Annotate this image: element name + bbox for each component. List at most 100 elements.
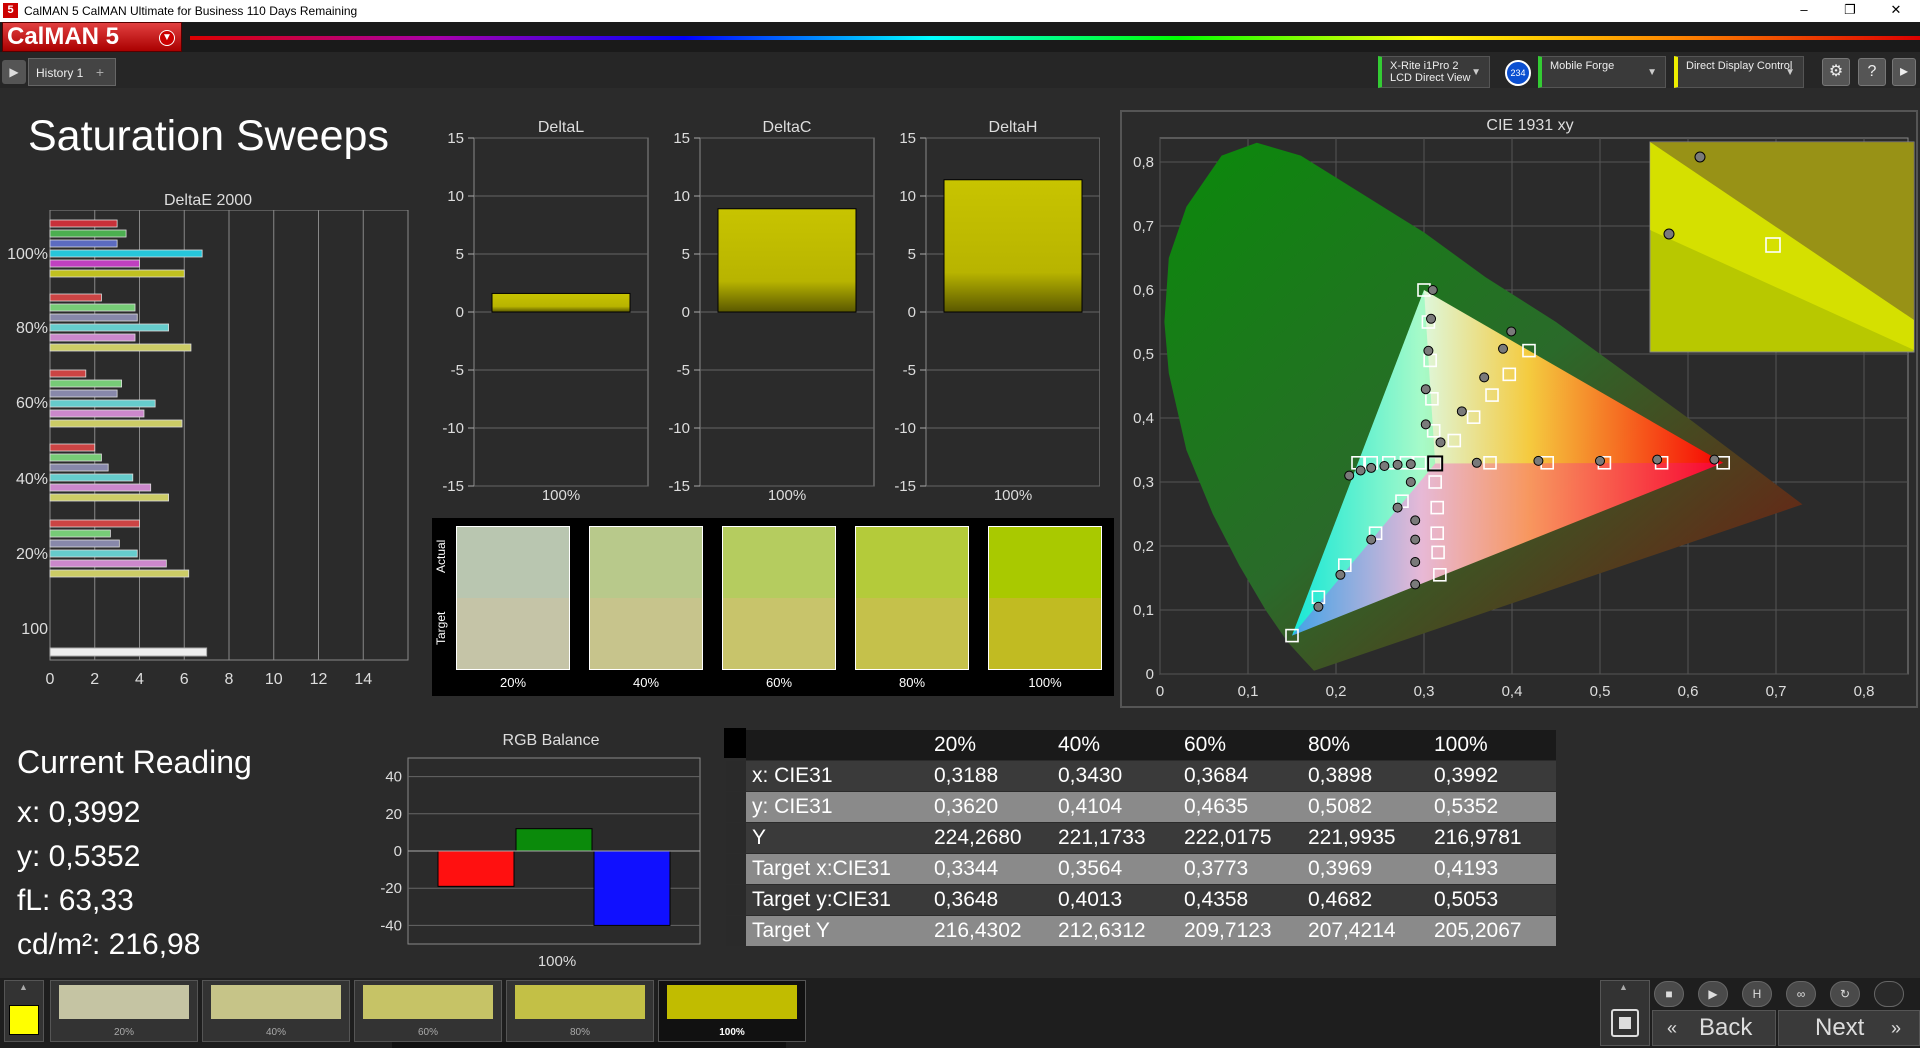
- bottom-swatch-color: [59, 985, 189, 1019]
- play-icon[interactable]: ▶: [2, 60, 26, 84]
- delta-ytick-label: 10: [899, 188, 916, 205]
- measured-point: [1709, 454, 1720, 465]
- delta-ytick-label: -10: [668, 420, 690, 437]
- delta-ytick-label: -15: [442, 478, 464, 495]
- swatch-actual: [856, 527, 968, 598]
- inset-measured-point: [1694, 151, 1706, 163]
- table-cell: 221,9935: [1308, 826, 1396, 849]
- chevron-down-icon: ▼: [1785, 67, 1795, 78]
- table-cell: 0,3684: [1184, 764, 1249, 787]
- measured-point: [1392, 459, 1403, 470]
- measured-point: [1335, 569, 1346, 580]
- device-source-select[interactable]: Mobile Forge ▼: [1538, 56, 1666, 88]
- deltae-bar: [49, 473, 134, 482]
- measured-point: [1405, 459, 1416, 470]
- cie-chart: CIE 1931 xy 0 0,1 0,2 0,3 0,4 0,5 0,6 0,7 0,8 0,8 0…: [1120, 110, 1918, 708]
- table-cell: 0,4358: [1184, 888, 1249, 911]
- active-color-indicator[interactable]: ▲: [4, 980, 44, 1042]
- deltae-bar: [49, 443, 96, 452]
- deltae-ylabel: 60%: [16, 395, 48, 412]
- bottom-swatch-button[interactable]: 60%: [354, 980, 502, 1042]
- play-icon[interactable]: ▶: [1698, 981, 1728, 1007]
- table-cell: 0,3773: [1184, 857, 1249, 880]
- cie-ytick-label: 0: [1146, 666, 1154, 683]
- maximize-button[interactable]: ❐: [1830, 2, 1870, 20]
- measured-point: [1533, 455, 1544, 466]
- bottom-swatch-button[interactable]: 80%: [506, 980, 654, 1042]
- delta-charts: DeltaL 15 10 5 0 -5 -10 -15 100% DeltaC 15 10 5 0 -5 -1…: [442, 119, 1100, 504]
- bottom-swatch-button[interactable]: 40%: [202, 980, 350, 1042]
- swatch-actual: [457, 527, 569, 598]
- gear-icon[interactable]: ⚙: [1822, 58, 1850, 86]
- chevron-left-icon: «: [1667, 1018, 1678, 1038]
- stop-button[interactable]: [1611, 1009, 1639, 1037]
- loop-icon[interactable]: ∞: [1786, 981, 1816, 1007]
- cie-ytick-label: 0,3: [1133, 474, 1154, 491]
- swatch-label: 80%: [898, 675, 926, 690]
- back-button[interactable]: « Back: [1652, 1010, 1776, 1046]
- table-row-marker: [726, 854, 748, 884]
- meter-count-badge[interactable]: 234: [1505, 60, 1531, 86]
- table-cell: 0,3648: [934, 888, 999, 911]
- cie-ytick-label: 0,6: [1133, 282, 1154, 299]
- rgb-ytick-label: 0: [394, 843, 402, 860]
- collapse-icon[interactable]: ▲: [1619, 982, 1628, 992]
- table-cell: 0,4013: [1058, 888, 1123, 911]
- bottom-swatch-button[interactable]: 100%: [658, 980, 806, 1042]
- tab-label: History 1: [36, 66, 84, 80]
- help-icon[interactable]: ?: [1858, 58, 1886, 86]
- delta-xlabel: 100%: [542, 487, 580, 504]
- reading-cdm2: cd/m²: 216,98: [17, 928, 201, 961]
- deltae-bar: [49, 389, 118, 398]
- table-cell: 0,3969: [1308, 857, 1373, 880]
- rgb-ytick-label: -20: [380, 880, 402, 897]
- cie-xtick-label: 0,3: [1414, 683, 1435, 700]
- delta-chart-title: DeltaC: [763, 119, 812, 136]
- measured-point: [1595, 455, 1605, 466]
- table-cell: 0,4635: [1184, 795, 1249, 818]
- bottom-swatch-label: 80%: [569, 1027, 590, 1038]
- hold-icon[interactable]: H: [1742, 981, 1772, 1007]
- arrow-right-icon[interactable]: ▸: [1892, 58, 1916, 86]
- deltae-ylabel: 100: [21, 621, 48, 638]
- scroll-track[interactable]: [392, 1042, 786, 1048]
- table-cell: 0,4104: [1058, 795, 1123, 818]
- table-cell: 0,3430: [1058, 764, 1123, 787]
- calman-logo-menu[interactable]: CalMAN 5 ▼: [2, 22, 182, 52]
- bottom-swatch-button[interactable]: 20%: [50, 980, 198, 1042]
- measured-point: [1410, 534, 1421, 545]
- bottom-swatch-label: 100%: [719, 1027, 745, 1038]
- deltae-bar: [49, 549, 138, 558]
- measured-point: [1410, 579, 1421, 590]
- bottom-swatch-label: 20%: [113, 1027, 134, 1038]
- table-cell: 0,5082: [1308, 795, 1373, 818]
- swatch-label: 60%: [765, 675, 793, 690]
- measured-point: [1392, 502, 1403, 513]
- deltae-xtick-label: 2: [90, 671, 99, 688]
- deltae-bar: [49, 519, 140, 528]
- chevron-right-icon: »: [1891, 1018, 1902, 1038]
- next-button[interactable]: Next »: [1778, 1010, 1920, 1046]
- delta-ytick-label: -10: [442, 420, 464, 437]
- rgb-xlabel: 100%: [538, 953, 576, 970]
- green-bar: [515, 828, 593, 852]
- minimize-button[interactable]: –: [1784, 2, 1824, 20]
- device-meter-select[interactable]: X-Rite i1Pro 2 LCD Direct View ▼: [1378, 56, 1490, 88]
- delta-ytick-label: 10: [447, 188, 464, 205]
- measured-point: [1471, 457, 1482, 468]
- cie-xtick-label: 0,6: [1678, 683, 1699, 700]
- deltae-bar: [49, 419, 183, 428]
- delta-xlabel: 100%: [768, 487, 806, 504]
- close-button[interactable]: ✕: [1876, 2, 1916, 20]
- stop-icon[interactable]: ■: [1654, 981, 1684, 1007]
- add-tab-button[interactable]: +: [90, 62, 110, 82]
- device-display-select[interactable]: Direct Display Control ▼: [1674, 56, 1804, 88]
- record-icon[interactable]: [1874, 981, 1904, 1007]
- deltae-bar: [49, 333, 136, 342]
- deltae-xtick-label: 14: [354, 671, 372, 688]
- measured-point: [1506, 326, 1517, 337]
- delta-ytick-label: 15: [899, 130, 916, 147]
- collapse-icon[interactable]: ▲: [19, 982, 28, 992]
- swatch-pair: [988, 526, 1102, 670]
- refresh-icon[interactable]: ↻: [1830, 981, 1860, 1007]
